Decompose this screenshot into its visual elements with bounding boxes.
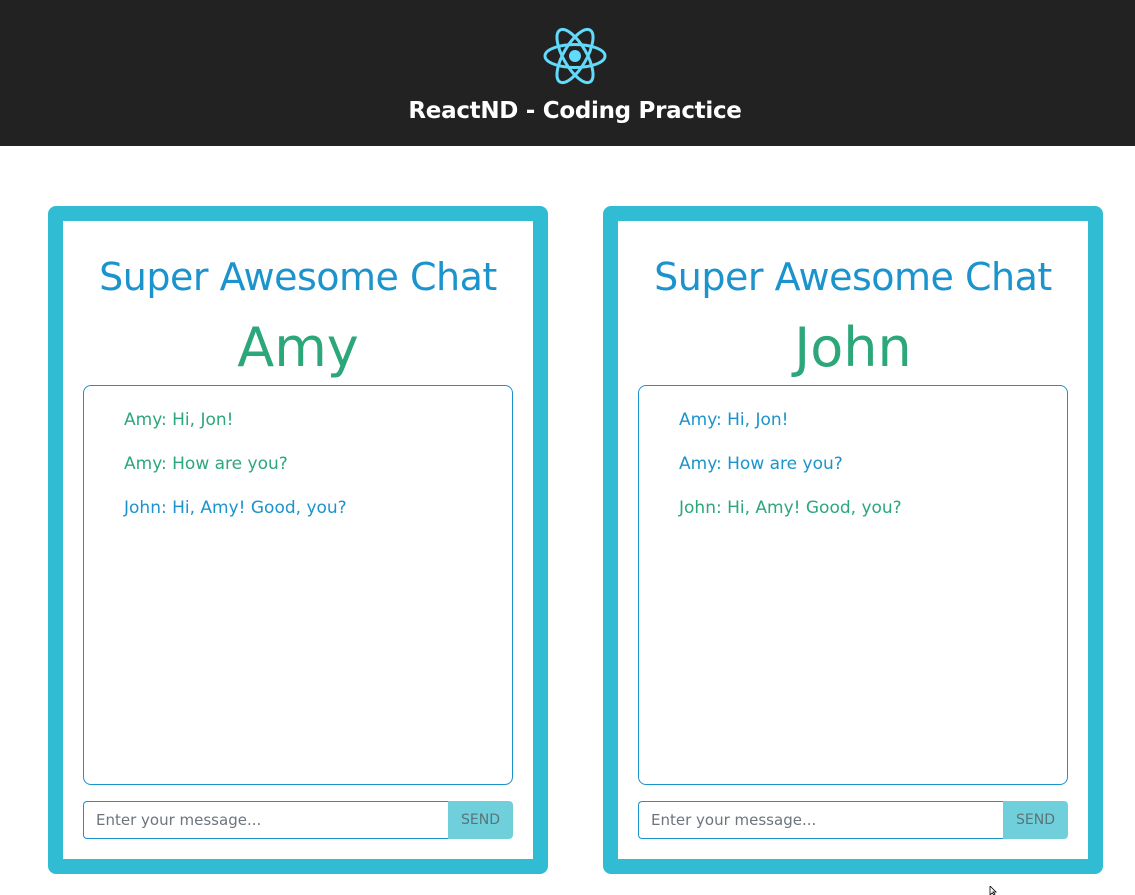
chat-heading: Super Awesome Chat <box>99 255 497 299</box>
message-input[interactable] <box>638 801 1003 839</box>
chat-username: John <box>794 316 912 379</box>
message-form: SEND <box>83 801 513 839</box>
message-item: John: Hi, Amy! Good, you? <box>679 498 902 518</box>
message-item: Amy: How are you? <box>124 454 288 474</box>
send-button[interactable]: SEND <box>448 801 513 839</box>
chat-heading: Super Awesome Chat <box>654 255 1052 299</box>
message-list[interactable]: Amy: Hi, Jon! Amy: How are you? John: Hi… <box>638 385 1068 785</box>
react-atom-icon <box>543 27 607 85</box>
app-header: ReactND - Coding Practice <box>0 0 1135 146</box>
app-title: ReactND - Coding Practice <box>408 98 742 124</box>
message-form: SEND <box>638 801 1068 839</box>
chat-username: Amy <box>237 316 359 379</box>
message-list[interactable]: Amy: Hi, Jon! Amy: How are you? John: Hi… <box>83 385 513 785</box>
message-item: John: Hi, Amy! Good, you? <box>124 498 347 518</box>
mouse-cursor-icon <box>989 886 997 895</box>
chat-window-john: Super Awesome Chat John Amy: Hi, Jon! Am… <box>603 206 1103 874</box>
message-item: Amy: How are you? <box>679 454 843 474</box>
send-button[interactable]: SEND <box>1003 801 1068 839</box>
message-item: Amy: Hi, Jon! <box>124 410 234 430</box>
message-item: Amy: Hi, Jon! <box>679 410 789 430</box>
message-input[interactable] <box>83 801 448 839</box>
chat-window-amy: Super Awesome Chat Amy Amy: Hi, Jon! Amy… <box>48 206 548 874</box>
